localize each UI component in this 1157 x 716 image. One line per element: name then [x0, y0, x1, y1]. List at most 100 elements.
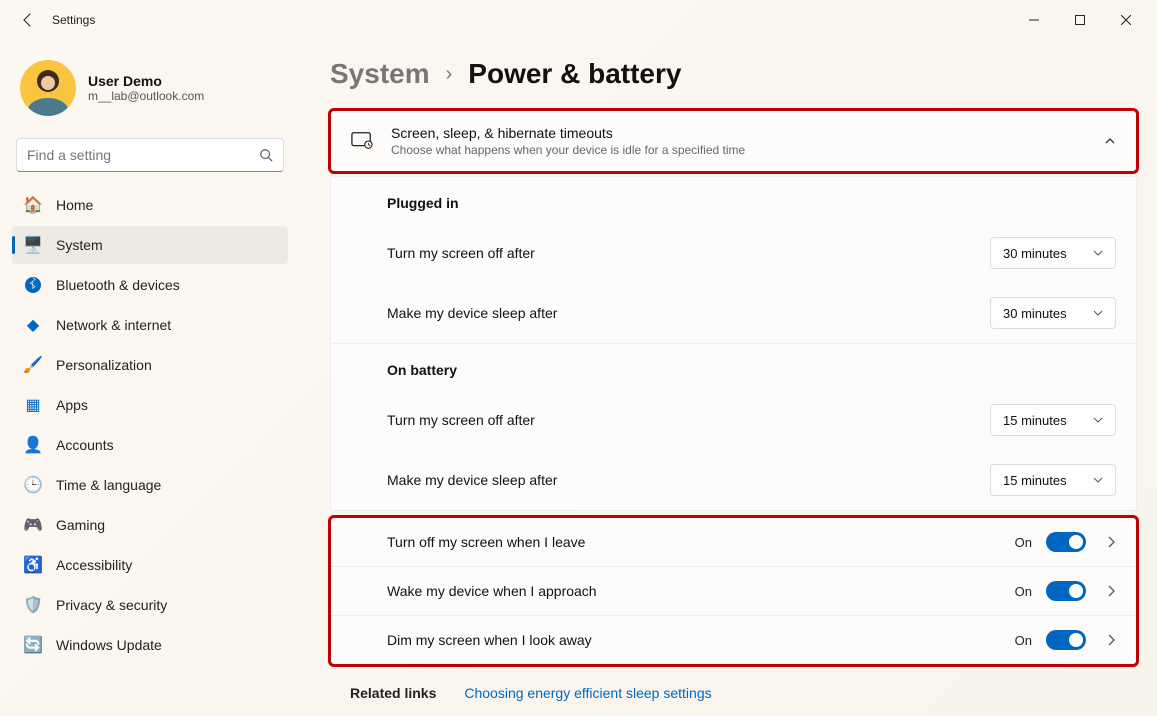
nav-label: Home: [56, 197, 93, 213]
nav-system[interactable]: 🖥️ System: [12, 226, 288, 264]
nav-label: Apps: [56, 397, 88, 413]
on-battery-header: On battery: [331, 344, 1136, 390]
minimize-button[interactable]: [1011, 4, 1057, 36]
row-label: Make my device sleep after: [387, 305, 557, 321]
window-controls: [1011, 4, 1149, 36]
nav-bluetooth[interactable]: Bluetooth & devices: [12, 266, 288, 304]
nav-label: Gaming: [56, 517, 105, 533]
clock-icon: 🕒: [24, 476, 42, 494]
back-button[interactable]: [8, 0, 48, 40]
nav-home[interactable]: 🏠Home: [12, 186, 288, 224]
bluetooth-icon: [24, 276, 42, 294]
plugged-screen-off-row: Turn my screen off after 30 minutes: [331, 223, 1136, 283]
plugged-sleep-row: Make my device sleep after 30 minutes: [331, 283, 1136, 343]
window-title: Settings: [52, 13, 95, 27]
battery-screen-off-select[interactable]: 15 minutes: [990, 404, 1116, 436]
timeouts-body: Plugged in Turn my screen off after 30 m…: [330, 176, 1137, 511]
nav-label: Bluetooth & devices: [56, 277, 180, 293]
close-icon: [1121, 15, 1131, 25]
battery-sleep-row: Make my device sleep after 15 minutes: [331, 450, 1136, 510]
person-icon: 👤: [24, 436, 42, 454]
nav-apps[interactable]: ▦ Apps: [12, 386, 288, 424]
search-icon: [259, 148, 273, 162]
chevron-right-icon: ›: [446, 63, 453, 86]
presence-approach-row[interactable]: Wake my device when I approach On: [331, 566, 1136, 615]
search-box[interactable]: [16, 138, 284, 172]
row-label: Wake my device when I approach: [387, 583, 597, 599]
related-links-label: Related links: [350, 685, 436, 701]
plugged-sleep-select[interactable]: 30 minutes: [990, 297, 1116, 329]
chevron-up-icon: [1104, 135, 1116, 147]
chevron-right-icon: [1106, 585, 1116, 597]
wifi-icon: ◆: [24, 316, 42, 334]
accessibility-icon: ♿: [24, 556, 42, 574]
timeouts-expander: Screen, sleep, & hibernate timeouts Choo…: [330, 110, 1137, 172]
row-label: Turn my screen off after: [387, 245, 535, 261]
battery-sleep-select[interactable]: 15 minutes: [990, 464, 1116, 496]
breadcrumb-parent[interactable]: System: [330, 58, 430, 90]
nav-update[interactable]: 🔄Windows Update: [12, 626, 288, 664]
maximize-button[interactable]: [1057, 4, 1103, 36]
row-label: Make my device sleep after: [387, 472, 557, 488]
nav-label: Personalization: [56, 357, 152, 373]
nav-label: Privacy & security: [56, 597, 167, 613]
presence-section: Turn off my screen when I leave On Wake …: [330, 517, 1137, 665]
nav-accessibility[interactable]: ♿ Accessibility: [12, 546, 288, 584]
screen-icon: [351, 131, 373, 151]
nav-label: System: [56, 237, 103, 253]
nav-network[interactable]: ◆ Network & internet: [12, 306, 288, 344]
battery-screen-off-row: Turn my screen off after 15 minutes: [331, 390, 1136, 450]
nav-privacy[interactable]: 🛡️ Privacy & security: [12, 586, 288, 624]
nav-label: Accounts: [56, 437, 114, 453]
toggle-state: On: [1015, 584, 1032, 599]
paint-icon: 🖌️: [24, 356, 42, 374]
arrow-left-icon: [20, 12, 36, 28]
user-email: m__lab@outlook.com: [88, 89, 204, 103]
presence-dim-toggle[interactable]: [1046, 630, 1086, 650]
plugged-screen-off-select[interactable]: 30 minutes: [990, 237, 1116, 269]
main: System › Power & battery Screen, sleep, …: [300, 40, 1157, 716]
chevron-down-icon: [1093, 308, 1103, 318]
nav: 🏠Home 🖥️ System Bluetooth & devices ◆ Netw…: [12, 186, 288, 664]
gamepad-icon: 🎮: [24, 516, 42, 534]
avatar: [20, 60, 76, 116]
related-link-sleep[interactable]: Choosing energy efficient sleep settings: [464, 685, 711, 701]
chevron-down-icon: [1093, 248, 1103, 258]
toggle-state: On: [1015, 633, 1032, 648]
chevron-right-icon: [1106, 634, 1116, 646]
nav-gaming[interactable]: 🎮 Gaming: [12, 506, 288, 544]
update-icon: 🔄: [24, 636, 42, 654]
search-input[interactable]: [27, 147, 259, 163]
presence-leave-toggle[interactable]: [1046, 532, 1086, 552]
nav-label: Time & language: [56, 477, 161, 493]
select-value: 15 minutes: [1003, 473, 1067, 488]
nav-time[interactable]: 🕒 Time & language: [12, 466, 288, 504]
apps-icon: ▦: [24, 396, 42, 414]
nav-label: Accessibility: [56, 557, 132, 573]
timeouts-expander-header[interactable]: Screen, sleep, & hibernate timeouts Choo…: [331, 111, 1136, 171]
presence-leave-row[interactable]: Turn off my screen when I leave On: [331, 518, 1136, 566]
nav-personalization[interactable]: 🖌️ Personalization: [12, 346, 288, 384]
select-value: 30 minutes: [1003, 246, 1067, 261]
maximize-icon: [1075, 15, 1085, 25]
system-icon: 🖥️: [24, 236, 42, 254]
page-title: Power & battery: [468, 58, 681, 90]
presence-dim-row[interactable]: Dim my screen when I look away On: [331, 615, 1136, 664]
user-account-block[interactable]: User Demo m__lab@outlook.com: [12, 40, 288, 132]
nav-label: Network & internet: [56, 317, 171, 333]
chevron-down-icon: [1093, 475, 1103, 485]
chevron-down-icon: [1093, 415, 1103, 425]
close-button[interactable]: [1103, 4, 1149, 36]
expander-title: Screen, sleep, & hibernate timeouts: [391, 125, 1086, 141]
chevron-right-icon: [1106, 536, 1116, 548]
related-links: Related links Choosing energy efficient …: [330, 669, 1137, 711]
shield-icon: 🛡️: [24, 596, 42, 614]
select-value: 30 minutes: [1003, 306, 1067, 321]
user-name: User Demo: [88, 73, 204, 89]
presence-approach-toggle[interactable]: [1046, 581, 1086, 601]
row-label: Turn my screen off after: [387, 412, 535, 428]
sidebar: User Demo m__lab@outlook.com 🏠Home 🖥️ Sys…: [0, 40, 300, 716]
toggle-state: On: [1015, 535, 1032, 550]
nav-accounts[interactable]: 👤 Accounts: [12, 426, 288, 464]
expander-subtitle: Choose what happens when your device is …: [391, 143, 1086, 157]
